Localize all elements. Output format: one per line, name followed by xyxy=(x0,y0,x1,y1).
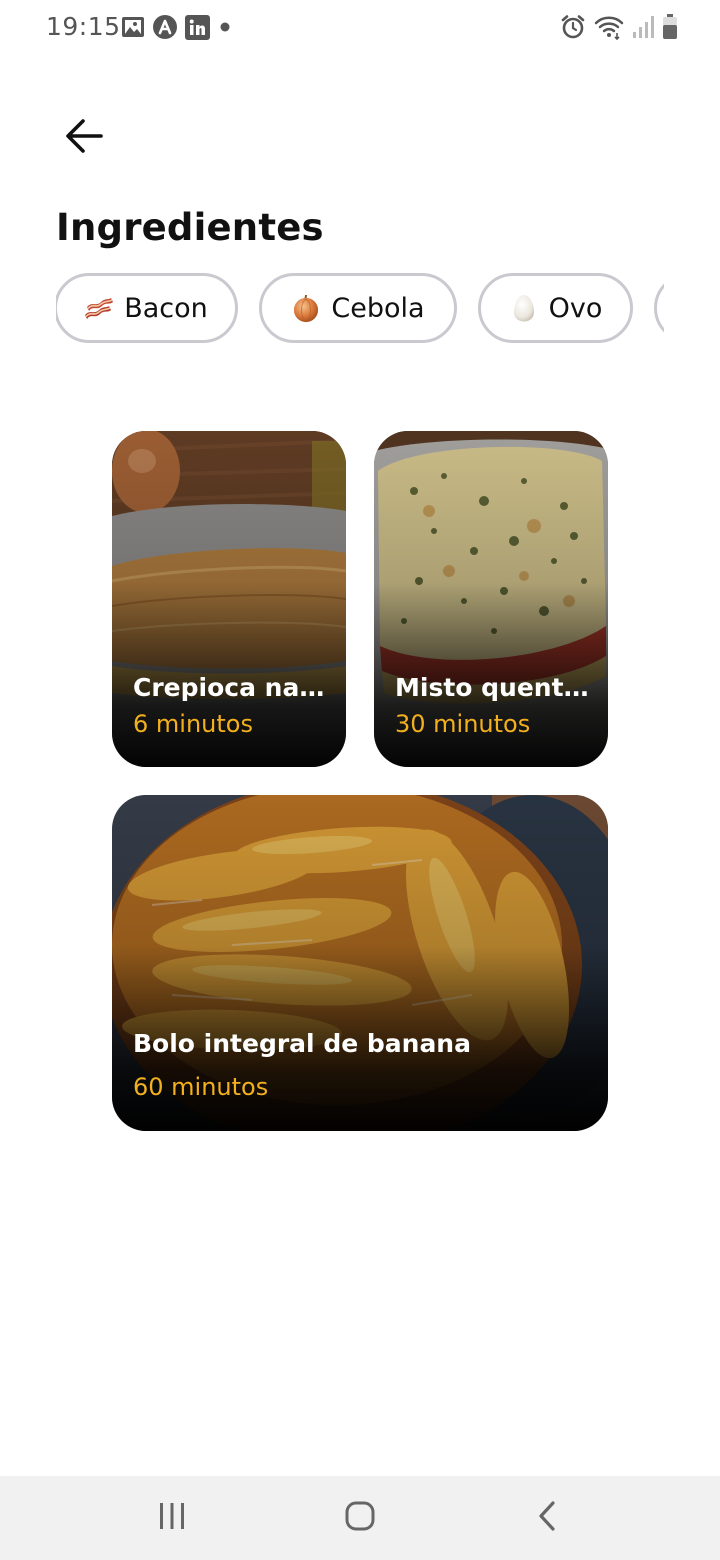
back-nav-button[interactable] xyxy=(526,1496,570,1540)
system-icons xyxy=(560,14,678,44)
status-bar: 19:15 xyxy=(0,0,720,56)
page-title: Ingredientes xyxy=(56,206,324,249)
recipe-time: 6 minutos xyxy=(133,710,253,738)
back-button[interactable] xyxy=(54,108,114,168)
ingredient-chips[interactable]: Bacon Cebola Ovo xyxy=(56,270,664,352)
arrow-left-icon xyxy=(63,115,105,161)
egg-icon xyxy=(509,293,539,323)
alarm-icon xyxy=(560,14,586,44)
linkedin-icon xyxy=(185,14,210,44)
chip-ovo[interactable]: Ovo xyxy=(478,273,633,343)
battery-icon xyxy=(662,14,678,44)
chip-label: Bacon xyxy=(124,292,208,324)
wifi-icon xyxy=(594,14,624,44)
chip-bacon[interactable]: Bacon xyxy=(56,273,238,343)
chip-partial[interactable] xyxy=(654,273,664,343)
chip-cebola[interactable]: Cebola xyxy=(259,273,457,343)
recents-button[interactable] xyxy=(150,1496,194,1540)
status-time: 19:15 xyxy=(46,12,121,41)
home-button[interactable] xyxy=(338,1496,382,1540)
signal-icon xyxy=(632,15,654,43)
chip-label: Ovo xyxy=(548,292,603,324)
navigation-bar xyxy=(0,1476,720,1560)
onion-icon xyxy=(291,293,321,323)
app-a-icon xyxy=(152,14,178,44)
recipe-name: Crepioca na frigideira xyxy=(133,673,328,702)
recipe-name: Bolo integral de banana xyxy=(133,1029,471,1058)
bacon-icon xyxy=(84,293,114,323)
image-icon xyxy=(121,15,145,43)
chip-label: Cebola xyxy=(331,292,425,324)
dot-icon xyxy=(217,19,233,39)
recipe-card[interactable]: Crepioca na frigideira 6 minutos xyxy=(112,431,346,767)
back-icon xyxy=(534,1500,562,1536)
notification-icons xyxy=(121,14,233,44)
recipe-card[interactable]: Bolo integral de banana 60 minutos xyxy=(112,795,608,1131)
recents-icon xyxy=(157,1501,187,1535)
recipe-time: 60 minutos xyxy=(133,1073,269,1101)
home-icon xyxy=(344,1500,376,1536)
recipe-card[interactable]: Misto quente de forno 30 minutos xyxy=(374,431,608,767)
recipe-name: Misto quente de forno xyxy=(395,673,590,702)
recipe-time: 30 minutos xyxy=(395,710,531,738)
